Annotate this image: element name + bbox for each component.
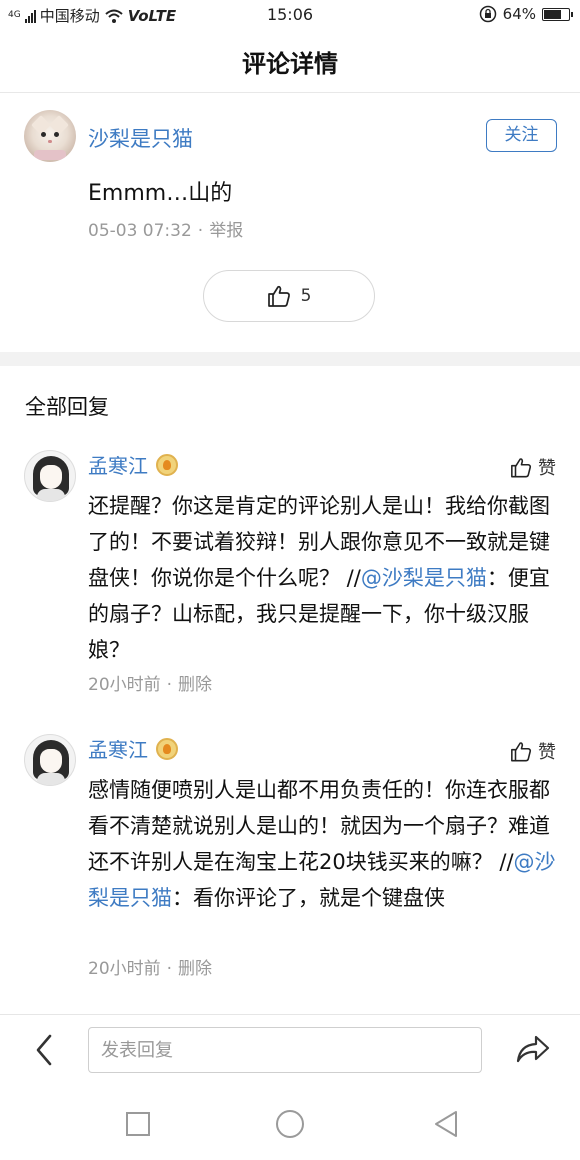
reply-like-button[interactable]: 赞 [510, 738, 556, 764]
fire-badge-icon [156, 453, 178, 476]
reply-meta: 20小时前 · 删除 [88, 954, 212, 979]
reply-text: 还提醒？你这是肯定的评论别人是山！我给你截图了的！不要试着狡辩！别人跟你意见不一… [88, 488, 558, 668]
meta-separator: · [166, 675, 173, 695]
reply-bar [0, 1014, 580, 1084]
delete-link[interactable]: 删除 [178, 959, 212, 979]
share-icon[interactable] [512, 1031, 552, 1067]
back-triangle-icon[interactable] [428, 1106, 464, 1142]
like-count: 5 [300, 286, 312, 306]
replies-section-title: 全部回复 [25, 395, 109, 419]
reply-mention[interactable]: @沙梨是只猫 [361, 566, 487, 590]
follow-button[interactable]: 关注 [486, 119, 557, 152]
reply-time: 20小时前 [88, 675, 161, 695]
reply-author-row: 孟寒江 [88, 734, 178, 763]
section-divider [0, 352, 580, 366]
reply-item: 孟寒江 赞 感情随便喷别人是山都不用负责任的！你连衣服都看不清楚就说别人是山的！… [0, 734, 580, 984]
fire-badge-icon [156, 737, 178, 760]
main-comment: 沙梨是只猫 关注 Emmm…山的 05-03 07:32 · 举报 5 [0, 94, 580, 352]
back-arrow-icon[interactable] [30, 1033, 60, 1067]
rotation-lock-icon [479, 5, 496, 23]
system-navigation-bar [0, 1084, 580, 1160]
comment-author[interactable]: 沙梨是只猫 [88, 123, 193, 153]
navigation-bar: 评论详情 [0, 30, 580, 93]
home-icon[interactable] [272, 1106, 308, 1142]
report-link[interactable]: 举报 [209, 221, 243, 241]
reply-meta: 20小时前 · 删除 [88, 670, 212, 695]
meta-separator: · [197, 221, 204, 241]
reply-item: 孟寒江 赞 还提醒？你这是肯定的评论别人是山！我给你截图了的！不要试着狡辩！别人… [0, 450, 580, 700]
reply-text-body: 感情随便喷别人是山都不用负责任的！你连衣服都看不清楚就说别人是山的！就因为一个扇… [88, 778, 550, 874]
page-title: 评论详情 [242, 50, 338, 78]
comment-text: Emmm…山的 [88, 181, 233, 206]
reply-author[interactable]: 孟寒江 [88, 734, 148, 763]
reply-like-label: 赞 [538, 458, 556, 479]
reply-input[interactable] [88, 1027, 482, 1073]
reply-like-label: 赞 [538, 742, 556, 763]
comment-time: 05-03 07:32 [88, 221, 192, 241]
avatar[interactable] [24, 110, 76, 162]
reply-author-row: 孟寒江 [88, 450, 178, 479]
reply-like-button[interactable]: 赞 [510, 454, 556, 480]
status-bar: 4G 中国移动 VoLTE 15:06 64% [0, 0, 580, 30]
status-right: 64% [479, 5, 573, 23]
like-button[interactable]: 5 [203, 270, 375, 322]
delete-link[interactable]: 删除 [178, 675, 212, 695]
comment-meta: 05-03 07:32 · 举报 [88, 216, 243, 241]
avatar[interactable] [24, 734, 76, 786]
reply-author[interactable]: 孟寒江 [88, 450, 148, 479]
thumbs-up-icon [267, 285, 290, 307]
meta-separator: · [166, 959, 173, 979]
thumbs-up-icon [511, 741, 532, 761]
recent-apps-icon[interactable] [120, 1106, 156, 1142]
thumbs-up-icon [511, 457, 532, 477]
reply-text-quote: ：看你评论了，就是个键盘侠 [172, 886, 445, 910]
battery-percent: 64% [502, 5, 536, 23]
reply-text: 感情随便喷别人是山都不用负责任的！你连衣服都看不清楚就说别人是山的！就因为一个扇… [88, 772, 558, 916]
battery-icon [542, 7, 573, 21]
avatar[interactable] [24, 450, 76, 502]
reply-time: 20小时前 [88, 959, 161, 979]
